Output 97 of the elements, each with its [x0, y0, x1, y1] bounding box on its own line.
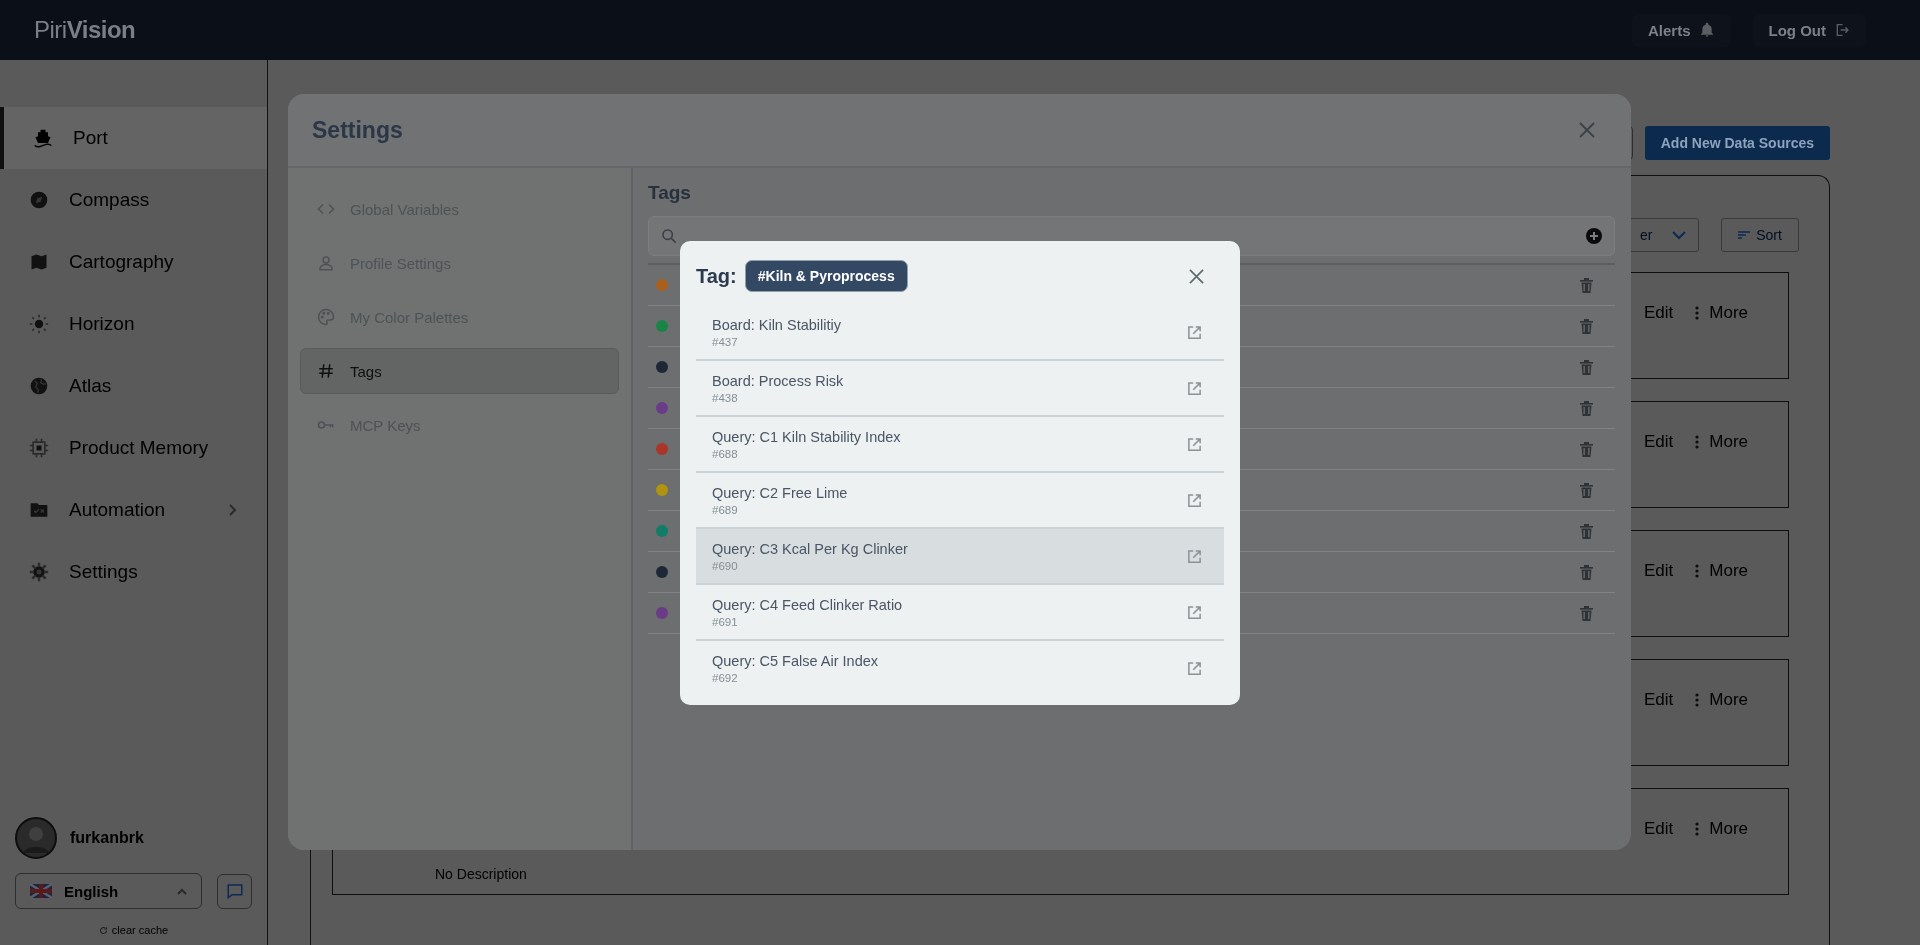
avatar-icon [15, 817, 57, 859]
tagged-item[interactable]: Query: C5 False Air Index #692 [696, 641, 1224, 695]
sidebar-item[interactable]: Horizon [0, 293, 267, 355]
external-link-icon[interactable] [1187, 548, 1202, 564]
item-id: #691 [712, 615, 739, 628]
logo: PiriVision [34, 16, 136, 44]
sidebar-item[interactable]: Product Memory [0, 417, 267, 479]
kebab-icon [1695, 435, 1700, 449]
more-button[interactable]: More [1695, 432, 1748, 452]
item-id: #690 [712, 559, 739, 572]
trash-icon[interactable] [1580, 277, 1593, 293]
item-title: Query: C1 Kiln Stability Index [712, 428, 901, 445]
kebab-icon [1695, 822, 1700, 836]
ship-icon [33, 128, 53, 148]
folder-icon [29, 500, 49, 520]
trash-icon[interactable] [1580, 482, 1593, 498]
settings-nav-item[interactable]: Tags [300, 348, 619, 394]
add-data-sources-button[interactable]: Add New Data Sources [1644, 126, 1830, 160]
sidebar-item[interactable]: Settings [0, 541, 267, 603]
trash-icon[interactable] [1580, 400, 1593, 416]
globe-icon [29, 376, 49, 396]
edit-button[interactable]: Edit [1643, 561, 1674, 581]
sidebar-item[interactable]: Cartography [0, 231, 267, 293]
item-id: #692 [712, 671, 739, 684]
tagged-item[interactable]: Query: C4 Feed Clinker Ratio #691 [696, 585, 1224, 641]
sidebar-item[interactable]: Port [0, 107, 267, 169]
chip-icon [29, 438, 49, 458]
edit-button[interactable]: Edit [1643, 303, 1674, 323]
edit-button[interactable]: Edit [1643, 690, 1674, 710]
item-title: Query: C2 Free Lime [712, 484, 848, 501]
hash-icon [317, 362, 335, 380]
chevron-down-icon [1672, 230, 1686, 240]
user-name: furkanbrk [70, 829, 144, 847]
trash-icon[interactable] [1580, 523, 1593, 539]
external-link-icon[interactable] [1187, 492, 1202, 508]
more-button[interactable]: More [1695, 690, 1748, 710]
chat-icon [225, 882, 244, 900]
tag-chip: #Kiln & Pyroprocess [744, 260, 908, 292]
close-icon[interactable] [1189, 268, 1204, 284]
edit-button[interactable]: Edit [1643, 819, 1674, 839]
tagged-item[interactable]: Board: Process Risk #438 [696, 361, 1224, 417]
sort-button[interactable]: Sort [1721, 218, 1799, 252]
close-icon[interactable] [1579, 122, 1595, 138]
more-button[interactable]: More [1695, 819, 1748, 839]
sun-icon [29, 314, 49, 334]
map-icon [29, 252, 49, 272]
trash-icon[interactable] [1580, 564, 1593, 580]
item-title: Query: C4 Feed Clinker Ratio [712, 596, 903, 613]
item-title: Board: Kiln Stabilitiy [712, 316, 841, 333]
compass-icon [29, 190, 49, 210]
more-button[interactable]: More [1695, 303, 1748, 323]
chat-button[interactable] [217, 873, 252, 909]
item-title: Query: C5 False Air Index [712, 652, 878, 669]
external-link-icon[interactable] [1187, 436, 1202, 452]
palette-icon [317, 308, 335, 326]
caret-up-icon [177, 887, 188, 895]
trash-icon[interactable] [1580, 318, 1593, 334]
trash-icon[interactable] [1580, 605, 1593, 621]
dialog-title: Tag: [696, 264, 737, 288]
gear-icon [29, 562, 49, 582]
tagged-item[interactable]: Query: C1 Kiln Stability Index #688 [696, 417, 1224, 473]
item-id: #689 [712, 503, 739, 516]
edit-button[interactable]: Edit [1643, 432, 1674, 452]
person-icon [317, 254, 335, 272]
item-title: Board: Process Risk [712, 372, 844, 389]
item-title: Query: C3 Kcal Per Kg Clinker [712, 540, 908, 557]
item-id: #437 [712, 335, 739, 348]
sort-icon [1738, 230, 1751, 240]
tagged-item[interactable]: Query: C3 Kcal Per Kg Clinker #690 [696, 529, 1224, 585]
bell-icon [1698, 22, 1715, 38]
kebab-icon [1695, 306, 1700, 320]
clear-cache-link[interactable]: clear cache [92, 923, 175, 937]
refresh-icon [98, 925, 108, 935]
external-link-icon[interactable] [1187, 660, 1202, 676]
kebab-icon [1695, 564, 1700, 578]
trash-icon[interactable] [1580, 441, 1593, 457]
search-icon [661, 228, 677, 244]
kebab-icon [1695, 693, 1700, 707]
item-id: #688 [712, 447, 739, 460]
section-title: Tags [648, 182, 692, 204]
sidebar-item[interactable]: Compass [0, 169, 267, 231]
add-icon[interactable] [1586, 228, 1602, 244]
language-select[interactable]: English [15, 873, 203, 909]
tagged-item[interactable]: Board: Kiln Stabilitiy #437 [696, 305, 1224, 361]
modal-title: Settings [312, 116, 403, 144]
sidebar-item[interactable]: Automation [0, 479, 267, 541]
external-link-icon[interactable] [1187, 324, 1202, 340]
trash-icon[interactable] [1580, 359, 1593, 375]
sidebar-item[interactable]: Atlas [0, 355, 267, 417]
external-link-icon[interactable] [1187, 604, 1202, 620]
item-id: #438 [712, 391, 739, 404]
card-description: No Description [435, 866, 527, 882]
logout-icon [1834, 22, 1850, 38]
external-link-icon[interactable] [1187, 380, 1202, 396]
chevron-right-icon [227, 503, 237, 517]
more-button[interactable]: More [1695, 561, 1748, 581]
flag-icon [30, 884, 52, 898]
